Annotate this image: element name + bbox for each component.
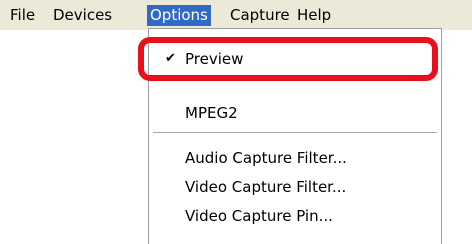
check-icon: ✔: [165, 51, 176, 66]
menu-item-audio-capture-filter-label: Audio Capture Filter...: [185, 149, 347, 167]
menu-item-video-capture-pin[interactable]: Video Capture Pin...: [149, 203, 441, 229]
menu-item-preview-label: Preview: [185, 50, 244, 68]
menu-item-mpeg2[interactable]: MPEG2: [149, 100, 441, 126]
menu-item-mpeg2-label: MPEG2: [185, 104, 238, 122]
menu-help[interactable]: Help: [294, 5, 334, 26]
menu-options[interactable]: Options: [147, 5, 211, 26]
menu-item-video-capture-pin-label: Video Capture Pin...: [185, 207, 333, 225]
menu-item-video-capture-filter[interactable]: Video Capture Filter...: [149, 174, 441, 200]
menu-item-video-capture-filter-label: Video Capture Filter...: [185, 178, 347, 196]
menu-file[interactable]: File: [7, 5, 38, 26]
menu-bar: File Devices Options Capture Help: [0, 0, 472, 30]
menu-item-audio-capture-filter[interactable]: Audio Capture Filter...: [149, 145, 441, 171]
menu-separator: [153, 132, 437, 134]
menu-capture[interactable]: Capture: [227, 5, 293, 26]
menu-devices[interactable]: Devices: [50, 5, 115, 26]
menu-item-preview[interactable]: ✔ Preview: [149, 46, 441, 72]
options-dropdown-menu: ✔ Preview MPEG2 Audio Capture Filter... …: [148, 28, 442, 244]
